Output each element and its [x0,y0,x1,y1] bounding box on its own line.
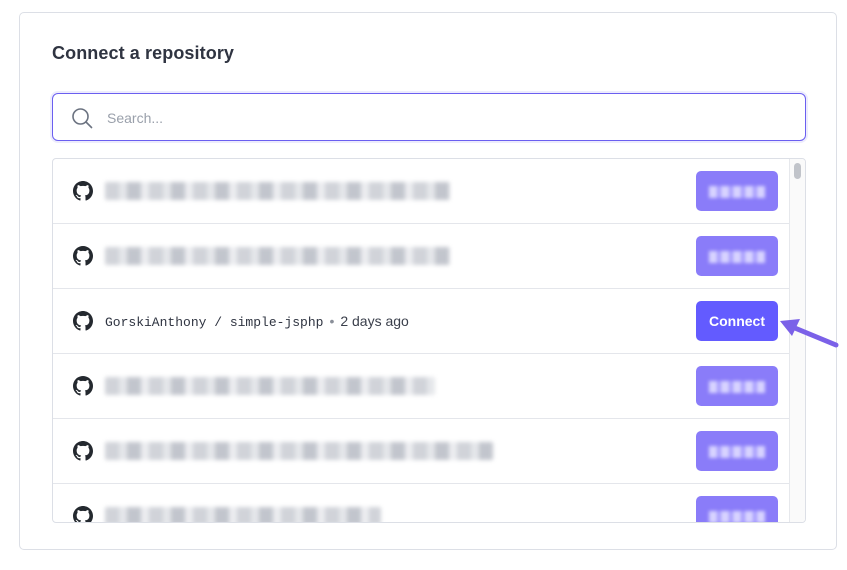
search-box[interactable] [52,93,806,141]
redacted-button-label [709,381,765,394]
redacted-repo-text [105,442,493,460]
redacted-button-label [709,186,765,199]
repository-row [53,354,790,419]
repository-row [53,159,790,224]
github-icon [73,181,93,201]
redacted-button-label [709,251,765,264]
redacted-repo-text [105,247,450,265]
connect-button[interactable] [696,171,778,211]
scrollbar-thumb[interactable] [794,163,801,179]
connect-button[interactable] [696,496,778,522]
repository-info: GorskiAnthony / simple-jsphp • 2 days ago [105,313,409,330]
redacted-repo-text [105,507,381,522]
connect-button[interactable] [696,366,778,406]
repository-name[interactable]: GorskiAnthony / simple-jsphp [105,315,323,330]
github-icon [73,506,93,522]
search-input[interactable] [105,102,789,134]
connect-button[interactable]: Connect [696,301,778,341]
repository-list[interactable]: GorskiAnthony / simple-jsphp • 2 days ago … [52,158,806,523]
repository-row [53,224,790,289]
updated-time: 2 days ago [340,313,409,329]
github-icon [73,311,93,331]
page-title: Connect a repository [52,43,235,63]
repository-rows: GorskiAnthony / simple-jsphp • 2 days ago … [53,159,790,522]
redacted-repo-text [105,377,435,395]
redacted-repo-text [105,182,450,200]
github-icon [73,441,93,461]
repository-row: GorskiAnthony / simple-jsphp • 2 days ago … [53,289,790,354]
connect-button[interactable] [696,431,778,471]
redacted-button-label [709,511,765,522]
github-icon [73,246,93,266]
repository-row [53,484,790,522]
github-icon [73,376,93,396]
connect-button[interactable] [696,236,778,276]
repository-row [53,419,790,484]
arrow-icon [780,319,839,348]
connect-repository-card: Connect a repository GorskiAnthony [19,12,837,550]
separator-dot: • [329,313,335,329]
redacted-button-label [709,446,765,459]
search-icon [72,108,93,129]
